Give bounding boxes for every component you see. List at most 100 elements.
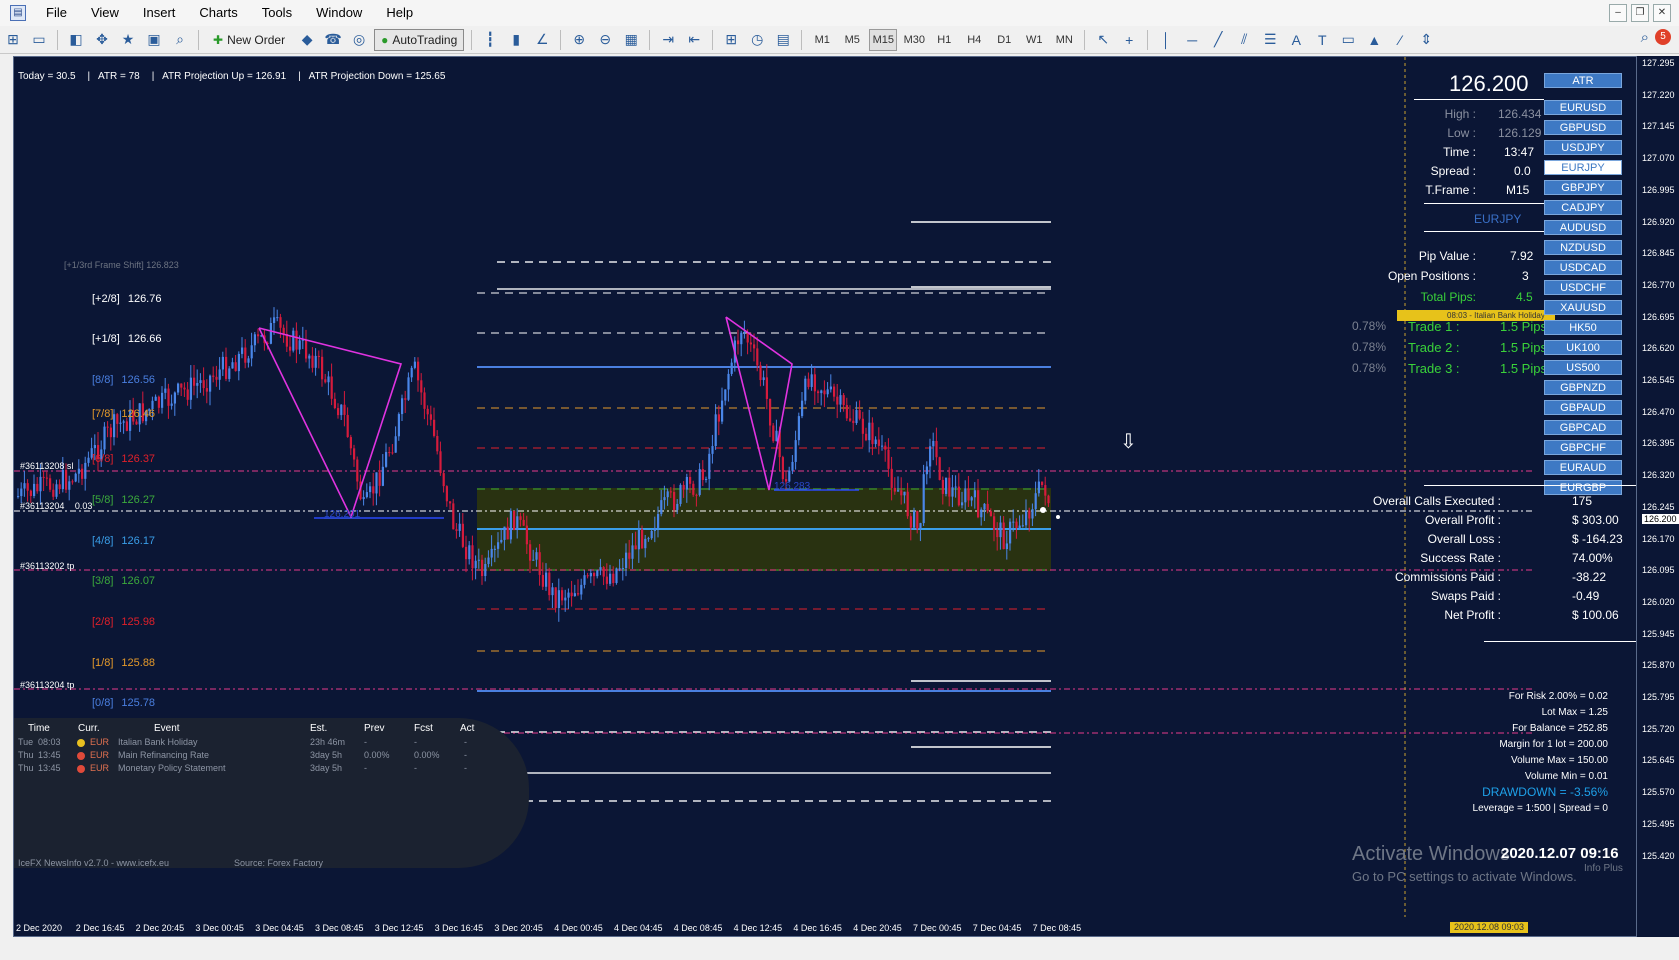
candle-body (810, 374, 813, 387)
timeframe-h4[interactable]: H4 (961, 30, 987, 50)
zoom-out-icon[interactable]: ⊖ (594, 30, 616, 50)
timeframe-w1[interactable]: W1 (1021, 30, 1047, 50)
pair-button-usdcad[interactable]: USDCAD (1544, 260, 1622, 275)
arrows-icon[interactable]: ⇕ (1415, 30, 1437, 50)
menu-window[interactable]: Window (304, 0, 374, 26)
candle-body (500, 539, 503, 543)
candle-body (202, 380, 205, 389)
pair-button-gbpusd[interactable]: GBPUSD (1544, 120, 1622, 135)
pair-button-uk100[interactable]: UK100 (1544, 340, 1622, 355)
candle-body (29, 490, 32, 496)
text-label-icon[interactable]: T (1311, 30, 1333, 50)
autoscroll-icon[interactable]: ⇥ (657, 30, 679, 50)
minimize-icon[interactable]: – (1609, 4, 1627, 22)
pair-button-gbpnzd[interactable]: GBPNZD (1544, 380, 1622, 395)
candle-body (452, 503, 455, 530)
channel-icon[interactable]: ⫽ (1233, 30, 1255, 50)
menu-file[interactable]: File (34, 0, 79, 26)
price-chart[interactable]: Today = 30.5 | ATR = 78 | ATR Projection U… (13, 56, 1637, 937)
fibo-fan-icon[interactable]: ⁄ (1389, 30, 1411, 50)
cursor-icon[interactable]: ↖ (1092, 30, 1114, 50)
pair-button-eurjpy[interactable]: EURJPY (1544, 160, 1622, 175)
autotrading-button[interactable]: ● AutoTrading (374, 28, 465, 51)
indicators-icon[interactable]: ⊞ (720, 30, 742, 50)
pair-button-cadjpy[interactable]: CADJPY (1544, 200, 1622, 215)
timeframe-m15[interactable]: M15 (869, 28, 898, 51)
timeframe-h1[interactable]: H1 (931, 30, 957, 50)
periods-icon[interactable]: ◷ (746, 30, 768, 50)
spread-row: Spread :0.0 (1430, 164, 1531, 178)
search-icon[interactable]: ⌕ (1641, 29, 1649, 46)
new-order-button[interactable]: ✚ New Order (206, 29, 292, 51)
pair-button-us500[interactable]: US500 (1544, 360, 1622, 375)
pair-button-usdchf[interactable]: USDCHF (1544, 280, 1622, 295)
horizontal-line-icon[interactable]: ─ (1181, 30, 1203, 50)
candle-body (455, 529, 458, 531)
candle-body (1028, 510, 1031, 519)
menu-tools[interactable]: Tools (250, 0, 304, 26)
pair-button-euraud[interactable]: EURAUD (1544, 460, 1622, 475)
candlestick-icon[interactable]: ▮ (505, 30, 527, 50)
pair-button-nzdusd[interactable]: NZDUSD (1544, 240, 1622, 255)
atr-button[interactable]: ATR (1544, 73, 1622, 88)
news-row[interactable]: Thu 13:45 EUR Monetary Policy Statement 3day… (18, 763, 518, 775)
timeframe-mn[interactable]: MN (1051, 30, 1077, 50)
menu-help[interactable]: Help (374, 0, 425, 26)
atr-value: ATR = 78 (97, 71, 140, 82)
restore-icon[interactable]: ❐ (1631, 4, 1649, 22)
candle-body (839, 395, 842, 405)
timeframe-m5[interactable]: M5 (839, 30, 865, 50)
candle-body (375, 472, 378, 494)
signals-icon[interactable]: ☎ (322, 30, 344, 50)
pair-button-xauusd[interactable]: XAUUSD (1544, 300, 1622, 315)
line-chart-icon[interactable]: ∠ (531, 30, 553, 50)
menu-view[interactable]: View (79, 0, 131, 26)
rectangle-icon[interactable]: ▭ (1337, 30, 1359, 50)
pair-button-gbpcad[interactable]: GBPCAD (1544, 420, 1622, 435)
terminal-icon[interactable]: ▣ (143, 30, 165, 50)
pair-button-hk50[interactable]: HK50 (1544, 320, 1622, 335)
crosshair-icon[interactable]: ✥ (91, 30, 113, 50)
market-watch-icon[interactable]: ◧ (65, 30, 87, 50)
news-row[interactable]: Thu 13:45 EUR Main Refinancing Rate 3day 5h 0… (18, 750, 518, 762)
menu-charts[interactable]: Charts (187, 0, 249, 26)
menu-insert[interactable]: Insert (131, 0, 188, 26)
metaeditor-icon[interactable]: ◆ (296, 30, 318, 50)
templates-icon[interactable]: ▤ (772, 30, 794, 50)
pair-button-gbpjpy[interactable]: GBPJPY (1544, 180, 1622, 195)
fibonacci-icon[interactable]: ☰ (1259, 30, 1281, 50)
crosshair-tool-icon[interactable]: + (1118, 30, 1140, 50)
trendline-icon[interactable]: ╱ (1207, 30, 1229, 50)
news-row[interactable]: Tue 08:03 EUR Italian Bank Holiday 23h 46m - -… (18, 737, 518, 749)
candle-body (532, 559, 535, 561)
candle-body (308, 355, 311, 359)
timeframe-m30[interactable]: M30 (901, 30, 927, 50)
price-axis-label: 126.020 (1642, 596, 1675, 607)
close-icon[interactable]: ✕ (1653, 4, 1671, 22)
pair-button-gbpaud[interactable]: GBPAUD (1544, 400, 1622, 415)
bar-chart-icon[interactable]: ┇ (479, 30, 501, 50)
new-chart-icon[interactable]: ⊞ (2, 30, 24, 50)
pair-button-eurgbp[interactable]: EURGBP (1544, 480, 1622, 495)
triangle-icon[interactable]: ▲ (1363, 30, 1385, 50)
timeframe-d1[interactable]: D1 (991, 30, 1017, 50)
candle-body (813, 374, 816, 392)
profiles-icon[interactable]: ▭ (28, 30, 50, 50)
strategy-tester-icon[interactable]: ⌕ (169, 30, 191, 50)
vertical-line-icon[interactable]: │ (1155, 30, 1177, 50)
text-icon[interactable]: A (1285, 30, 1307, 50)
price-axis-label: 126.470 (1642, 406, 1675, 417)
navigator-icon[interactable]: ★ (117, 30, 139, 50)
notification-badge[interactable]: 5 (1655, 29, 1671, 45)
pair-button-eurusd[interactable]: EURUSD (1544, 100, 1622, 115)
tile-windows-icon[interactable]: ▦ (620, 30, 642, 50)
radio-icon[interactable]: ◎ (348, 30, 370, 50)
zoom-in-icon[interactable]: ⊕ (568, 30, 590, 50)
chart-shift-icon[interactable]: ⇤ (683, 30, 705, 50)
pair-button-usdjpy[interactable]: USDJPY (1544, 140, 1622, 155)
pair-button-gbpchf[interactable]: GBPCHF (1544, 440, 1622, 455)
candle-body (964, 488, 967, 503)
pair-button-audusd[interactable]: AUDUSD (1544, 220, 1622, 235)
time-axis-label: 2 Dec 16:45 (75, 923, 125, 933)
timeframe-m1[interactable]: M1 (809, 30, 835, 50)
